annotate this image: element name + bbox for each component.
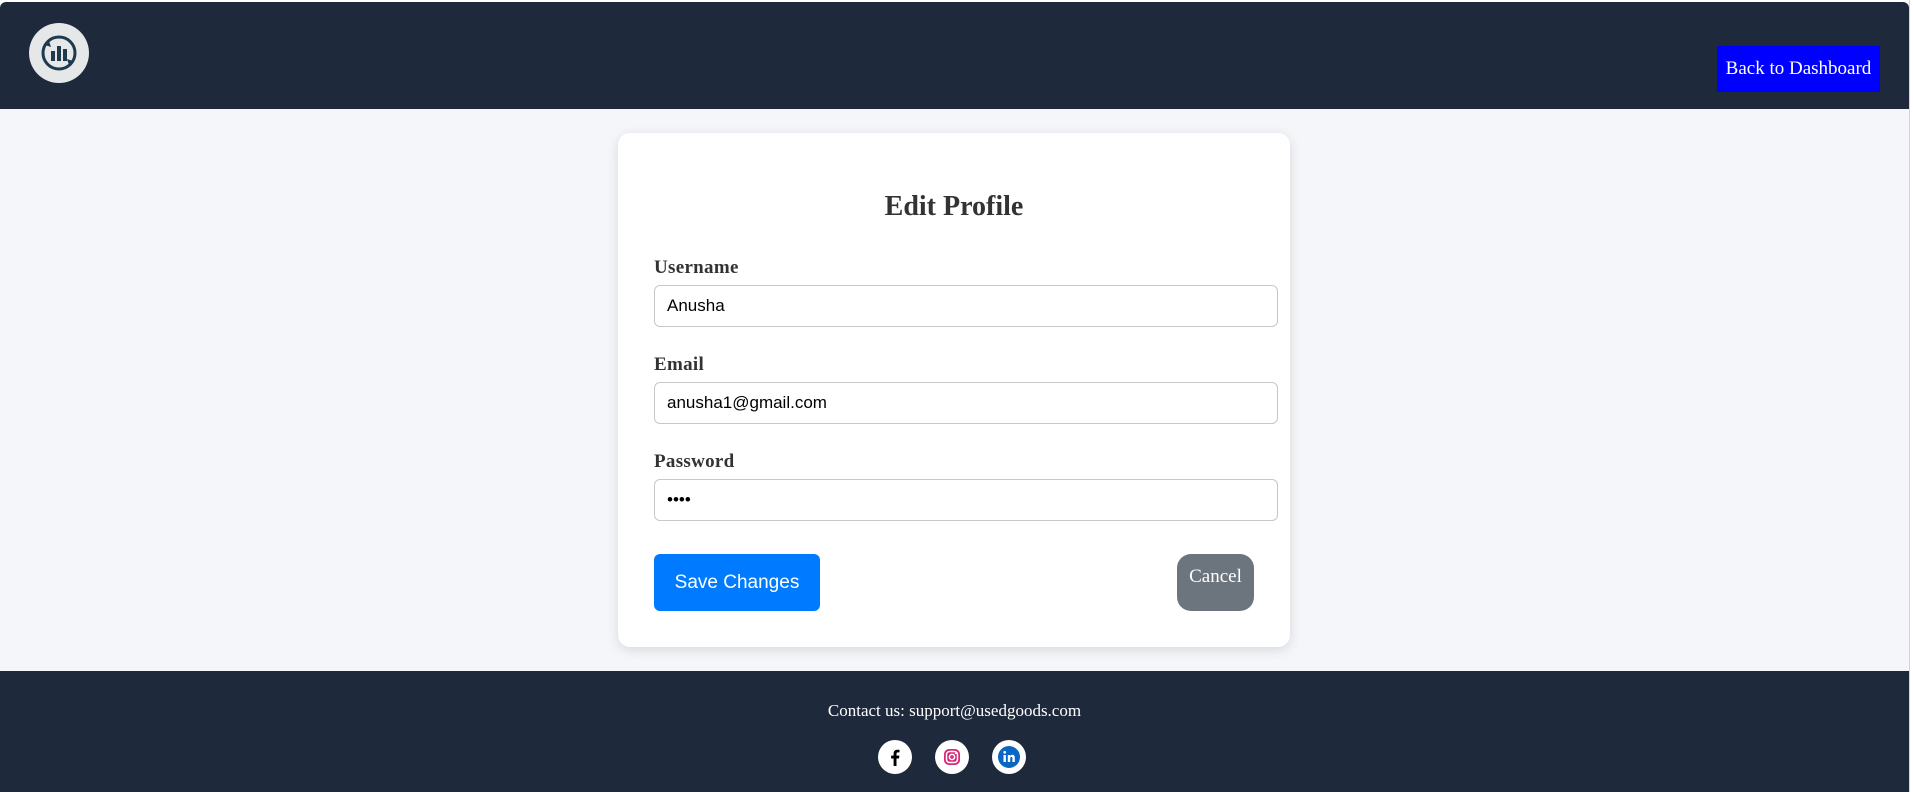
save-changes-button[interactable]: Save Changes bbox=[654, 554, 820, 611]
facebook-icon[interactable] bbox=[878, 740, 912, 774]
email-input[interactable] bbox=[654, 382, 1278, 424]
edit-profile-card: Edit Profile Username Email Password Sav… bbox=[618, 133, 1290, 647]
linkedin-icon[interactable] bbox=[992, 740, 1026, 774]
page-title: Edit Profile bbox=[884, 191, 1024, 222]
logo-icon[interactable] bbox=[29, 23, 89, 83]
footer: Contact us: support@usedgoods.com bbox=[0, 671, 1909, 792]
top-header: Back to Dashboard bbox=[0, 2, 1909, 109]
cancel-button[interactable]: Cancel bbox=[1177, 554, 1254, 611]
username-label: Username bbox=[654, 257, 739, 278]
username-input[interactable] bbox=[654, 285, 1278, 327]
instagram-icon[interactable] bbox=[935, 740, 969, 774]
back-to-dashboard-button[interactable]: Back to Dashboard bbox=[1717, 46, 1880, 92]
scrollbar-edge bbox=[1909, 0, 1913, 792]
password-input[interactable] bbox=[654, 479, 1278, 521]
email-label: Email bbox=[654, 354, 705, 375]
password-label: Password bbox=[654, 451, 735, 472]
social-links bbox=[878, 740, 1026, 774]
contact-text: Contact us: support@usedgoods.com bbox=[827, 701, 1082, 720]
